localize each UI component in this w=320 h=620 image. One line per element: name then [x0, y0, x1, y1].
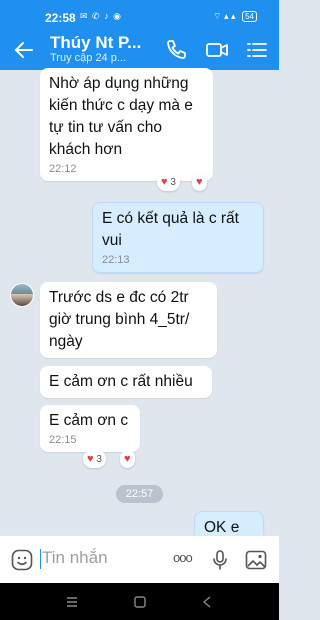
react-button[interactable]: ♥ [192, 173, 207, 191]
reaction-count: 3 [170, 177, 176, 188]
message-incoming[interactable]: E cảm ơn c 22:15 [40, 405, 140, 452]
reaction-count: 3 [96, 454, 102, 465]
message-text: Nhờ áp dụng những kiến thức c dạy mà e t… [49, 75, 193, 158]
system-nav-bar [0, 583, 279, 620]
message-time: 22:12 [49, 163, 77, 175]
image-icon[interactable] [244, 548, 268, 572]
phone-icon[interactable] [164, 38, 188, 62]
more-options-icon[interactable]: ooo [173, 550, 193, 565]
message-time: 22:13 [102, 254, 130, 266]
message-text: E cảm ơn c [49, 412, 129, 429]
signal-icon: ⌔ ▴ ▴ [213, 11, 236, 21]
home-icon[interactable] [133, 595, 147, 609]
chat-header: Thúy Nt P... Truy cập 24 p... [0, 30, 279, 70]
heart-icon: ♥ [196, 176, 203, 188]
menu-icon[interactable] [245, 38, 269, 62]
back-arrow-icon[interactable] [12, 38, 36, 62]
status-time: 22:58 [45, 11, 76, 25]
signal-icons: ⌔ ▴ ▴ 54 [213, 11, 257, 22]
message-input-bar: Tin nhắn ooo [0, 535, 279, 583]
contact-name[interactable]: Thúy Nt P... [50, 33, 141, 53]
emoji-icon[interactable] [10, 548, 34, 572]
message-text: Trước ds e đc có 2tr giờ trung bình 4_5t… [49, 289, 190, 350]
message-input[interactable]: Tin nhắn [40, 548, 108, 569]
heart-icon: ♥ [124, 453, 131, 465]
reaction-badge[interactable]: ♥ 3 [157, 173, 180, 191]
message-incoming[interactable]: E cảm ơn c rất nhiều [40, 366, 212, 398]
avatar[interactable] [10, 283, 34, 307]
microphone-icon[interactable] [208, 548, 232, 572]
react-button[interactable]: ♥ [120, 450, 135, 468]
message-text: E cảm ơn c rất nhiều [49, 373, 193, 390]
time-separator: 22:57 [116, 485, 163, 503]
message-outgoing[interactable]: E có kết quả là c rất vui 22:13 [92, 202, 264, 273]
battery-icon: 54 [242, 11, 257, 22]
status-bar: 22:58 ✉ ✆ ♪ ◉ ⌔ ▴ ▴ 54 [0, 0, 279, 30]
reaction-badge[interactable]: ♥ 3 [83, 450, 106, 468]
message-text: E có kết quả là c rất vui [102, 210, 239, 249]
message-incoming[interactable]: Trước ds e đc có 2tr giờ trung bình 4_5t… [40, 282, 217, 358]
heart-icon: ♥ [161, 176, 168, 188]
recent-apps-icon[interactable] [65, 595, 79, 609]
heart-icon: ♥ [87, 453, 94, 465]
video-call-icon[interactable] [205, 38, 229, 62]
back-nav-icon[interactable] [200, 595, 214, 609]
message-time: 22:15 [49, 434, 77, 446]
notification-icons: ✉ ✆ ♪ ◉ [80, 11, 122, 21]
text-caret [40, 548, 41, 569]
message-incoming[interactable]: Nhờ áp dụng những kiến thức c dạy mà e t… [40, 68, 213, 181]
input-placeholder: Tin nhắn [42, 548, 108, 567]
last-seen-status: Truy cập 24 p... [50, 52, 127, 64]
